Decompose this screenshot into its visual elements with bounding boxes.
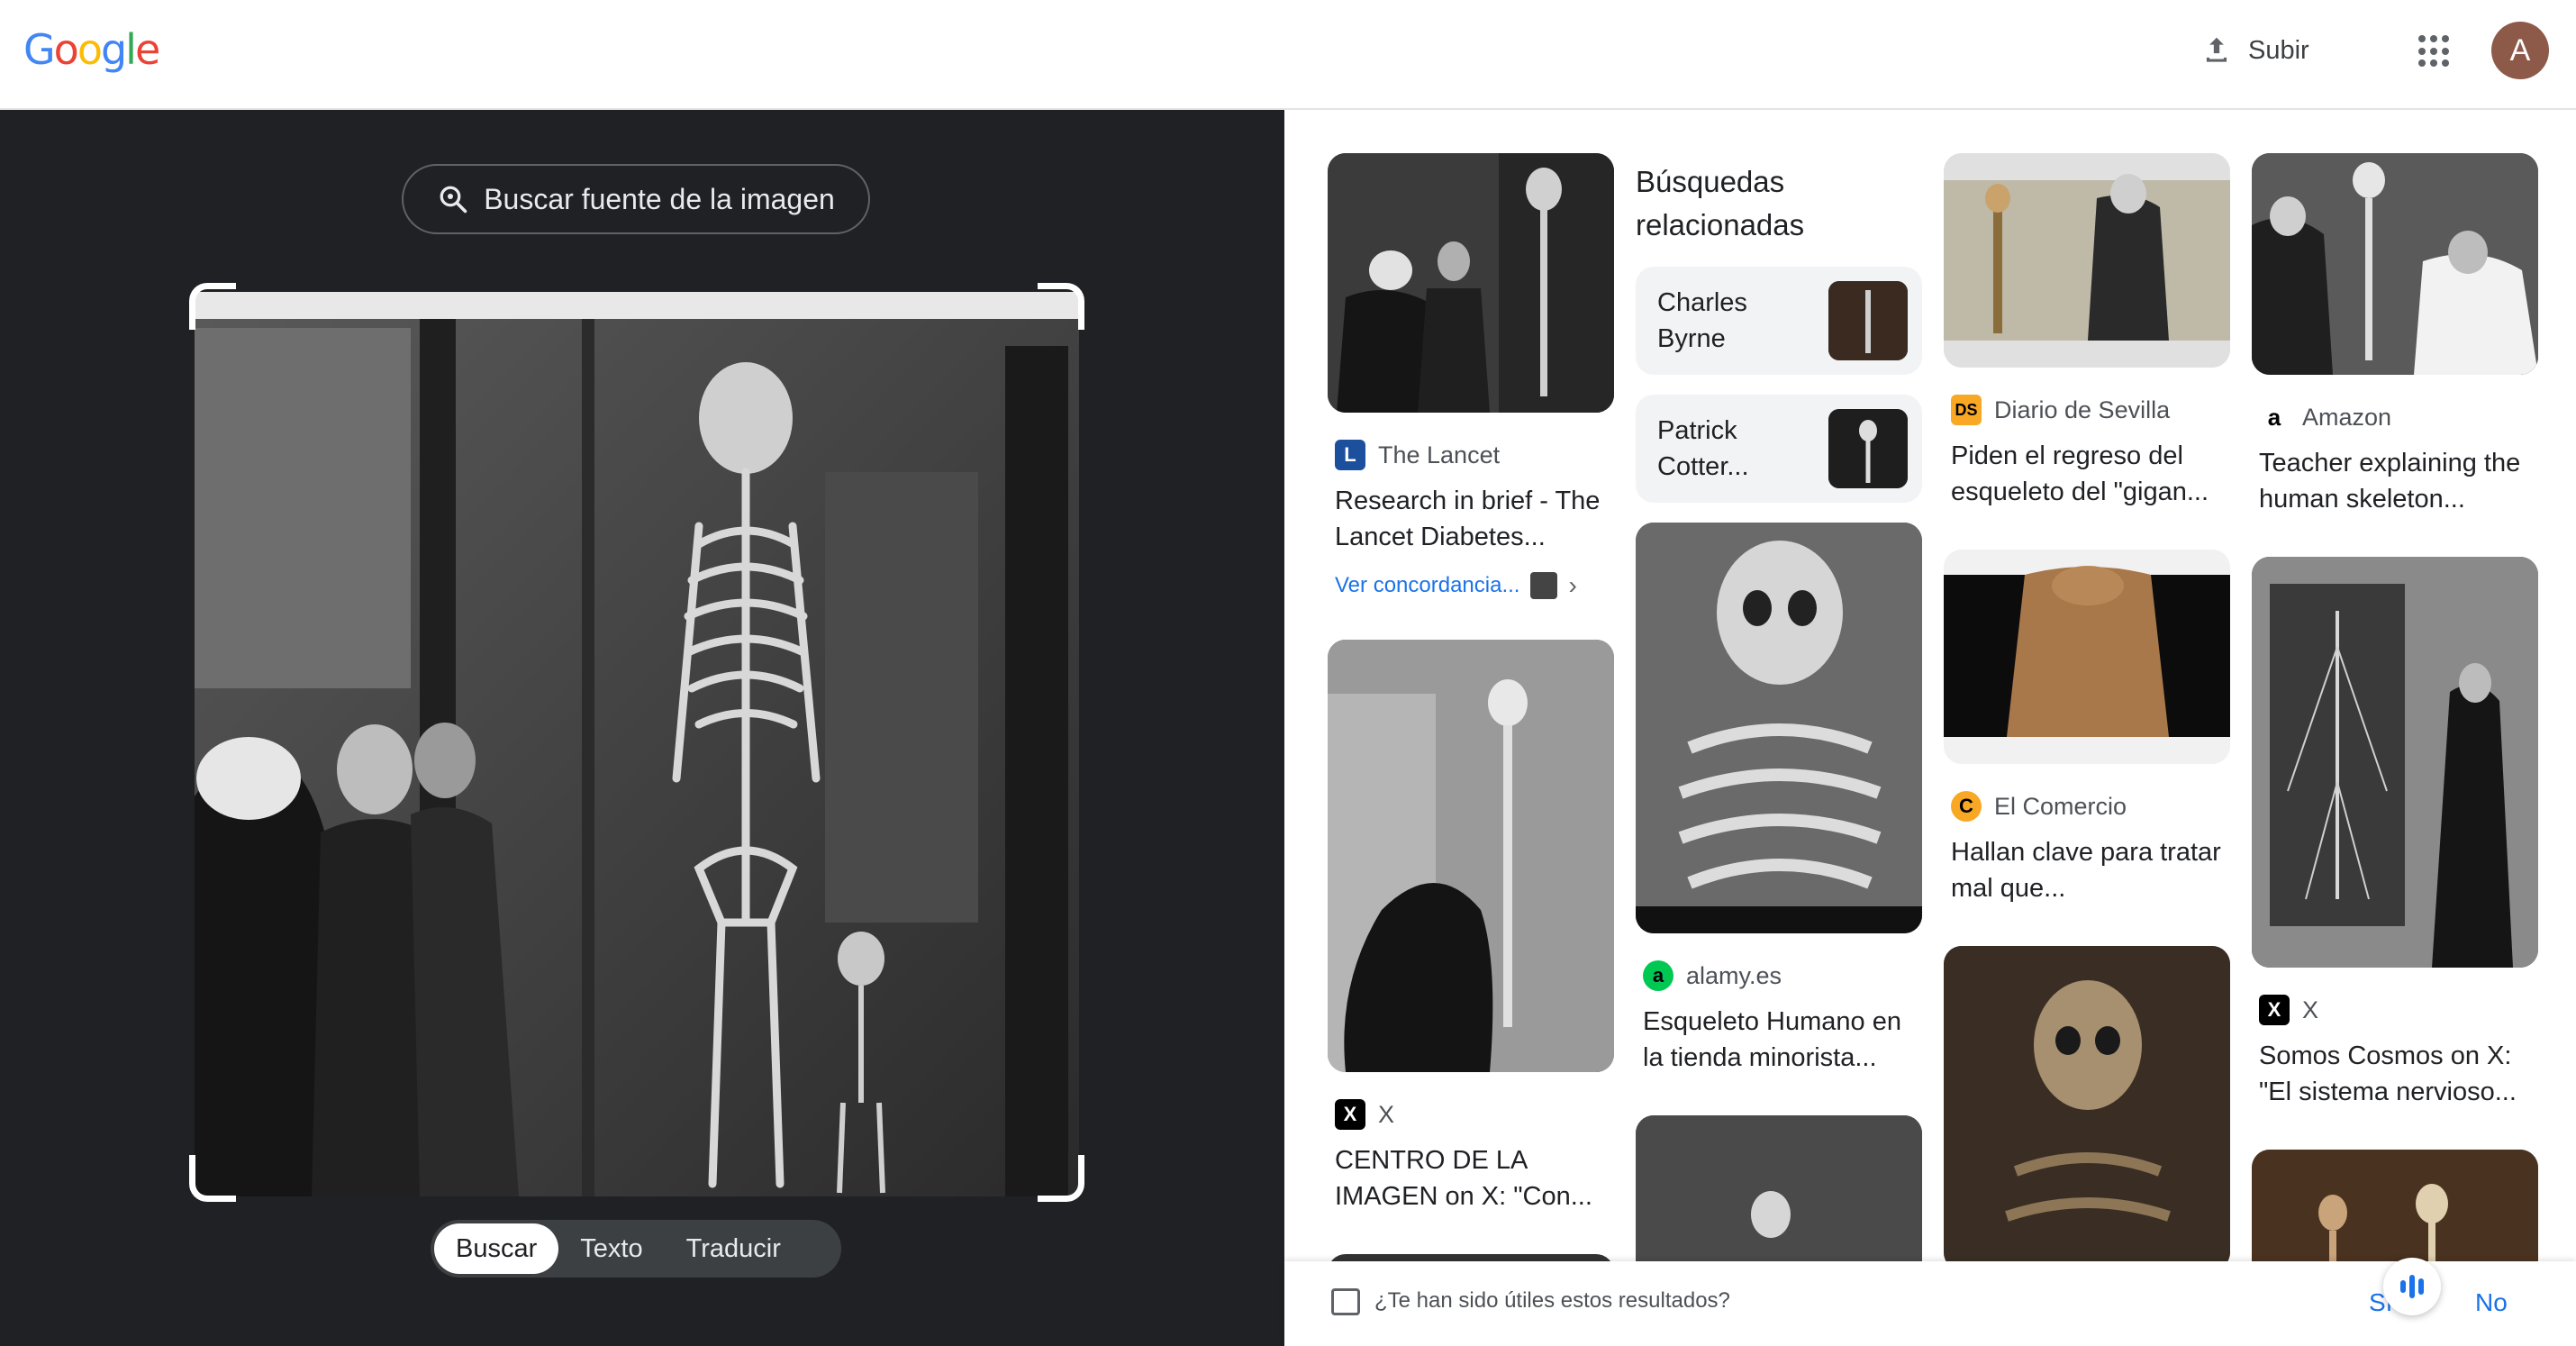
- top-bar: Google Subir A: [0, 0, 2576, 110]
- google-logo[interactable]: Google: [23, 25, 160, 74]
- see-match-label: Ver concordancia...: [1335, 573, 1520, 597]
- result-title[interactable]: Piden el regreso del esqueleto del "giga…: [1951, 438, 2223, 510]
- result-card[interactable]: L The Lancet Research in brief - The Lan…: [1328, 153, 1614, 600]
- result-card[interactable]: a Amazon Teacher explaining the human sk…: [2252, 153, 2538, 517]
- upload-button[interactable]: Subir: [2200, 27, 2309, 74]
- result-thumbnail[interactable]: [1328, 640, 1614, 1072]
- find-image-source-button[interactable]: Buscar fuente de la imagen: [402, 164, 870, 234]
- apps-grid-icon[interactable]: [2416, 32, 2454, 70]
- alamy-favicon-icon: a: [1643, 960, 1673, 991]
- related-chip[interactable]: Patrick Cotter...: [1636, 395, 1922, 503]
- feedback-bar: ¿Te han sido útiles estos resultados? Sí…: [1284, 1261, 2576, 1346]
- result-thumbnail[interactable]: [1636, 523, 1922, 933]
- result-thumbnail[interactable]: [1328, 1254, 1614, 1261]
- result-title[interactable]: CENTRO DE LA IMAGEN on X: "Con...: [1335, 1142, 1607, 1214]
- lens-assistant-icon[interactable]: [2383, 1258, 2441, 1315]
- result-source: a alamy.es: [1643, 960, 1922, 991]
- result-source: a Amazon: [2259, 402, 2538, 432]
- query-image-panel: Buscar fuente de la imagen Buscar Texto …: [0, 110, 1284, 1346]
- results-panel: L The Lancet Research in brief - The Lan…: [1284, 110, 2576, 1261]
- result-card[interactable]: a alamy.es Esqueleto Humano en la tienda…: [1636, 523, 1922, 1076]
- feedback-question: ¿Te han sido útiles estos resultados?: [1374, 1288, 1730, 1313]
- source-name: alamy.es: [1686, 961, 1782, 989]
- results-column-3: DS Diario de Sevilla Piden el regreso de…: [1944, 153, 2230, 1261]
- crop-handle-top-left[interactable]: [189, 283, 236, 330]
- logo-letter: o: [77, 25, 103, 74]
- result-thumbnail[interactable]: [2252, 557, 2538, 968]
- feedback-icon: [1331, 1288, 1360, 1315]
- source-name: El Comercio: [1994, 792, 2127, 820]
- result-thumbnail[interactable]: [1944, 946, 2230, 1261]
- source-name: X: [2302, 996, 2319, 1023]
- chevron-right-icon: ›: [1568, 571, 1577, 599]
- results-column-1: L The Lancet Research in brief - The Lan…: [1328, 153, 1614, 1261]
- related-chip-label: Patrick Cotter...: [1657, 416, 1749, 481]
- source-name: Amazon: [2302, 403, 2392, 431]
- source-name: X: [1378, 1100, 1395, 1128]
- source-name: The Lancet: [1378, 441, 1501, 468]
- result-card[interactable]: DS Diario de Sevilla Piden el regreso de…: [1944, 153, 2230, 510]
- upload-label: Subir: [2248, 35, 2309, 65]
- logo-letter: e: [134, 25, 160, 74]
- result-thumbnail[interactable]: [1328, 153, 1614, 413]
- see-match-link[interactable]: Ver concordancia... ›: [1335, 571, 1614, 600]
- mode-switcher: Buscar Texto Traducir: [431, 1220, 841, 1278]
- crop-handle-bottom-right[interactable]: [1038, 1155, 1084, 1202]
- amazon-favicon-icon: a: [2259, 402, 2290, 432]
- logo-letter: l: [125, 25, 137, 74]
- result-card[interactable]: X X Somos Cosmos on X: "El sistema nervi…: [2252, 557, 2538, 1110]
- result-card[interactable]: X X CENTRO DE LA IMAGEN on X: "Con...: [1328, 640, 1614, 1214]
- logo-letter: o: [53, 25, 79, 74]
- skeleton-photo-drawing: [195, 292, 1079, 1196]
- result-source: DS Diario de Sevilla: [1951, 395, 2230, 425]
- result-title[interactable]: Teacher explaining the human skeleton...: [2259, 445, 2531, 517]
- result-source: X X: [2259, 995, 2538, 1025]
- tab-texto[interactable]: Texto: [558, 1223, 664, 1274]
- result-title[interactable]: Esqueleto Humano en la tienda minorista.…: [1643, 1004, 1915, 1076]
- feedback-no-button[interactable]: No: [2475, 1288, 2508, 1317]
- x-logo-icon: X: [1335, 1099, 1365, 1130]
- related-searches-heading: Búsquedas relacionadas: [1636, 165, 1805, 241]
- result-thumbnail[interactable]: [2252, 1150, 2538, 1261]
- result-thumbnail[interactable]: [2252, 153, 2538, 375]
- results-column-2: Búsquedas relacionadas Charles Byrne Pat…: [1636, 153, 1922, 1261]
- result-card[interactable]: C El Comercio Hallan clave para tratar m…: [1944, 550, 2230, 906]
- logo-letter: g: [100, 25, 127, 74]
- results-column-4: a Amazon Teacher explaining the human sk…: [2252, 153, 2538, 1261]
- result-thumbnail[interactable]: [1636, 1115, 1922, 1261]
- result-source: X X: [1335, 1099, 1614, 1130]
- related-chip-label: Charles Byrne: [1657, 288, 1747, 353]
- result-thumbnail[interactable]: [1944, 153, 2230, 368]
- related-chip-thumbnail: [1828, 409, 1908, 488]
- query-photo: [195, 292, 1079, 1196]
- result-source: C El Comercio: [1951, 791, 2230, 822]
- source-name: Diario de Sevilla: [1994, 396, 2171, 423]
- el-comercio-favicon-icon: C: [1951, 791, 1982, 822]
- upload-icon: [2206, 37, 2227, 62]
- result-thumbnail[interactable]: [1944, 550, 2230, 764]
- result-title[interactable]: Research in brief - The Lancet Diabetes.…: [1335, 483, 1607, 555]
- crop-handle-top-right[interactable]: [1038, 283, 1084, 330]
- tab-traducir[interactable]: Traducir: [665, 1223, 803, 1274]
- related-chip-thumbnail: [1828, 281, 1908, 360]
- crop-handle-bottom-left[interactable]: [189, 1155, 236, 1202]
- match-thumbnail: [1530, 572, 1558, 599]
- logo-letter: G: [23, 25, 56, 74]
- result-source: L The Lancet: [1335, 440, 1614, 470]
- lens-search-icon: [440, 186, 467, 214]
- related-searches: Búsquedas relacionadas Charles Byrne Pat…: [1636, 160, 1922, 503]
- tab-buscar[interactable]: Buscar: [434, 1223, 559, 1274]
- result-title[interactable]: Hallan clave para tratar mal que...: [1951, 834, 2223, 906]
- related-chip[interactable]: Charles Byrne: [1636, 267, 1922, 375]
- lancet-favicon-icon: L: [1335, 440, 1365, 470]
- account-avatar[interactable]: A: [2491, 22, 2549, 79]
- find-image-source-label: Buscar fuente de la imagen: [484, 182, 835, 215]
- x-logo-icon: X: [2259, 995, 2290, 1025]
- diario-de-sevilla-favicon-icon: DS: [1951, 395, 1982, 425]
- crop-frame[interactable]: [189, 283, 1084, 1202]
- result-title[interactable]: Somos Cosmos on X: "El sistema nervioso.…: [2259, 1038, 2531, 1110]
